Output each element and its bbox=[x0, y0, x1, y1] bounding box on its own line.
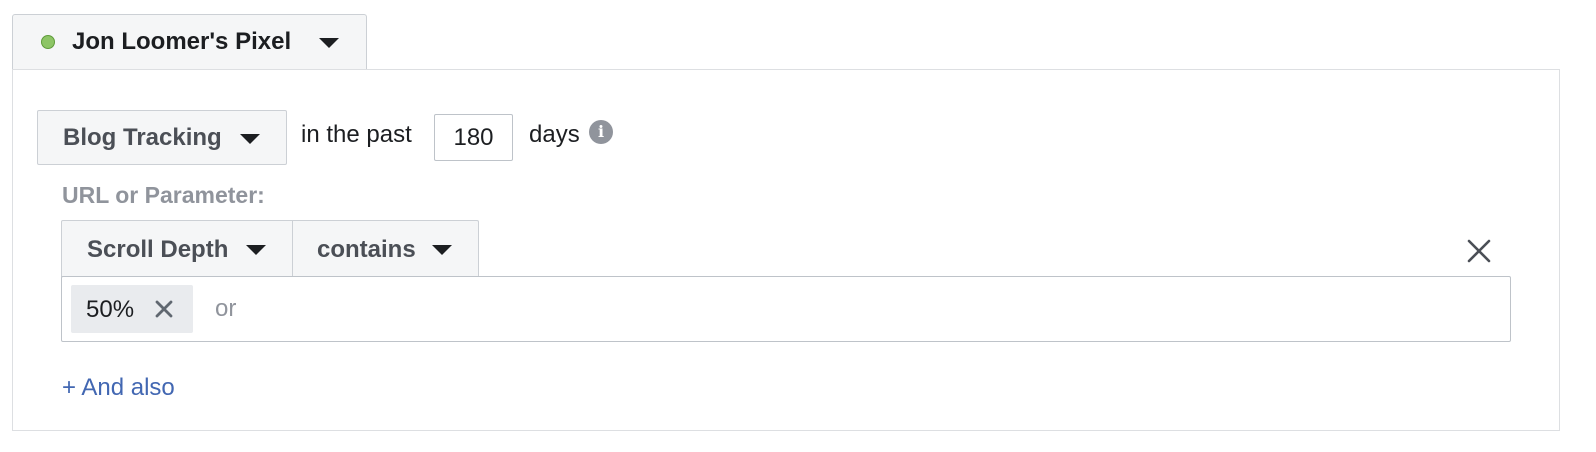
pixel-status-dot bbox=[41, 35, 55, 49]
and-also-link[interactable]: + And also bbox=[62, 374, 175, 402]
token-text: 50% bbox=[86, 296, 135, 323]
chevron-down-icon bbox=[246, 245, 266, 255]
pixel-name: Jon Loomer's Pixel bbox=[72, 28, 292, 55]
token-text-input[interactable] bbox=[207, 285, 1505, 333]
url-parameter-label: URL or Parameter: bbox=[62, 182, 265, 208]
info-icon[interactable]: i bbox=[589, 120, 613, 144]
event-dropdown[interactable]: Blog Tracking bbox=[37, 110, 287, 165]
days-label: days bbox=[529, 121, 580, 148]
rule-operator-label: contains bbox=[317, 236, 416, 263]
rule-field-dropdown[interactable]: Scroll Depth bbox=[61, 220, 293, 277]
event-dropdown-label: Blog Tracking bbox=[63, 124, 222, 151]
close-icon[interactable] bbox=[1466, 238, 1492, 264]
value-token: 50% bbox=[71, 285, 193, 333]
rule-field-label: Scroll Depth bbox=[87, 236, 229, 263]
chevron-down-icon bbox=[240, 134, 260, 144]
close-icon[interactable] bbox=[154, 299, 174, 319]
chevron-down-icon bbox=[432, 245, 452, 255]
in-the-past-text: in the past bbox=[301, 121, 412, 148]
days-input[interactable] bbox=[434, 114, 513, 161]
token-input-box[interactable]: 50% bbox=[61, 276, 1511, 342]
pixel-selector-dropdown[interactable]: Jon Loomer's Pixel bbox=[12, 14, 367, 69]
chevron-down-icon bbox=[319, 38, 339, 48]
rule-operator-dropdown[interactable]: contains bbox=[292, 220, 479, 277]
